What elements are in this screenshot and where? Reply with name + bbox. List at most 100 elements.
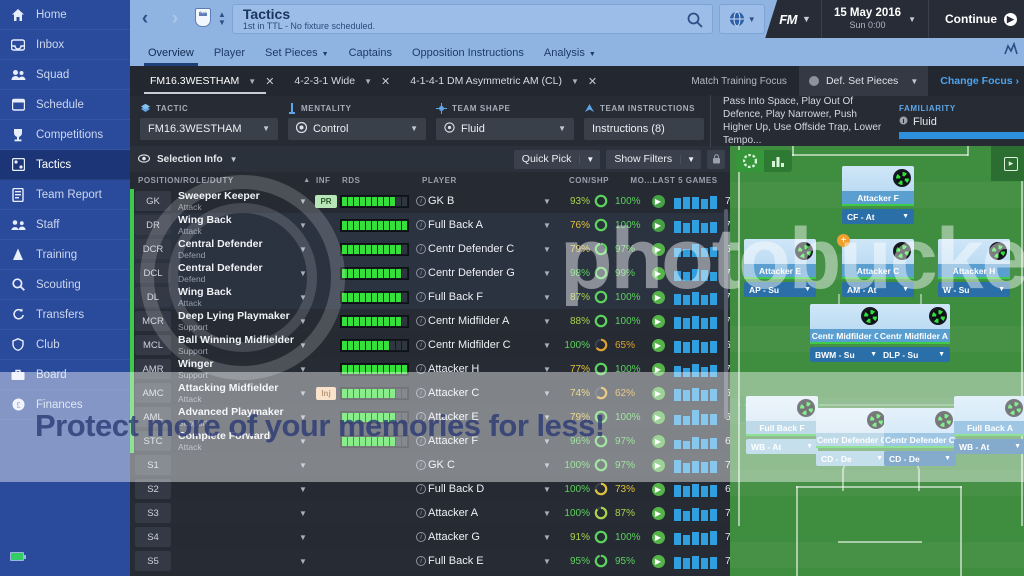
row-player-chevron-down-icon[interactable]: ▼ bbox=[538, 197, 556, 206]
row-player-chevron-down-icon[interactable]: ▼ bbox=[538, 365, 556, 374]
row-role-cell[interactable]: Deep Lying Playmaker Support bbox=[172, 310, 294, 332]
row-player-chevron-down-icon[interactable]: ▼ bbox=[538, 389, 556, 398]
row-player-name[interactable]: Centr Midfilder A bbox=[428, 315, 538, 327]
sidebar-item-board[interactable]: Board bbox=[0, 360, 130, 390]
sidebar-item-club[interactable]: Club bbox=[0, 330, 130, 360]
continue-button[interactable]: Continue ▶ bbox=[929, 0, 1024, 38]
row-player-name[interactable]: Full Back D bbox=[428, 483, 538, 495]
row-role-cell[interactable]: Winger Support bbox=[172, 358, 294, 380]
row-player-chevron-down-icon[interactable]: ▼ bbox=[538, 293, 556, 302]
table-row[interactable]: MCL Ball Winning Midfielder Support ▼ i Centr… bbox=[130, 333, 730, 357]
pitch-player-card[interactable]: Full Back F WB - At ▼ bbox=[746, 396, 818, 454]
row-role-chevron-down-icon[interactable]: ▼ bbox=[294, 221, 312, 230]
row-info-cell[interactable]: i bbox=[414, 388, 428, 398]
row-player-chevron-down-icon[interactable]: ▼ bbox=[538, 269, 556, 278]
chevron-down-icon[interactable]: ▼ bbox=[230, 155, 238, 164]
sidebar-item-inbox[interactable]: Inbox bbox=[0, 30, 130, 60]
game-date[interactable]: 15 May 2016 Sun 0:00 ▼ bbox=[820, 0, 929, 38]
tactic-tab-3[interactable]: 4-1-4-1 DM Asymmetric AM (CL) ▼ ✕ bbox=[400, 66, 607, 96]
row-info-cell[interactable]: i bbox=[414, 292, 428, 302]
table-row[interactable]: S4▼iAttacker G▼91%100%▶7.76147.46 bbox=[130, 525, 730, 549]
close-icon[interactable]: ✕ bbox=[588, 75, 597, 88]
row-role-chevron-down-icon[interactable]: ▼ bbox=[294, 557, 312, 566]
row-player-chevron-down-icon[interactable]: ▼ bbox=[538, 461, 556, 470]
row-role-cell[interactable]: Ball Winning Midfielder Support bbox=[172, 334, 294, 356]
team-shape-select[interactable]: Fluid ▼ bbox=[436, 117, 574, 140]
table-row[interactable]: S1▼iGK C▼100%97%▶7.9407.68 bbox=[130, 453, 730, 477]
sidebar-item-transfers[interactable]: Transfers bbox=[0, 300, 130, 330]
sidebar-item-tactics[interactable]: Tactics bbox=[0, 150, 130, 180]
row-role-cell[interactable]: Wing Back Attack bbox=[172, 214, 294, 236]
row-role-chevron-down-icon[interactable]: ▼ bbox=[294, 293, 312, 302]
chevron-down-icon[interactable]: ▼ bbox=[248, 77, 256, 86]
sidebar-item-home[interactable]: Home bbox=[0, 0, 130, 30]
tactic-select[interactable]: FM16.3WESTHAM ▼ bbox=[140, 117, 278, 140]
card-role-select[interactable]: WB - At ▼ bbox=[746, 439, 818, 454]
row-player-chevron-down-icon[interactable]: ▼ bbox=[538, 509, 556, 518]
row-player-name[interactable]: Full Back E bbox=[428, 555, 538, 567]
forward-button[interactable]: › bbox=[160, 8, 190, 30]
subnav-item-overview[interactable]: Overview bbox=[138, 47, 204, 66]
row-info-cell[interactable]: i bbox=[414, 220, 428, 230]
back-button[interactable]: ‹ bbox=[130, 8, 160, 30]
tactic-tab-2[interactable]: 4-2-3-1 Wide ▼ ✕ bbox=[284, 66, 400, 96]
subnav-item-analysis[interactable]: Analysis ▼ bbox=[534, 47, 606, 66]
row-role-chevron-down-icon[interactable]: ▼ bbox=[294, 485, 312, 494]
sidebar-item-staff[interactable]: Staff bbox=[0, 210, 130, 240]
chevron-down-icon[interactable]: ▼ bbox=[571, 77, 579, 86]
row-info-cell[interactable]: i bbox=[414, 532, 428, 542]
row-role-chevron-down-icon[interactable]: ▼ bbox=[294, 461, 312, 470]
pitch-player-card[interactable]: Centr Midfilder C BWM - Su ▼ bbox=[810, 304, 882, 362]
card-role-select[interactable]: CD - De ▼ bbox=[816, 451, 888, 466]
row-info-cell[interactable]: i bbox=[414, 508, 428, 518]
row-role-chevron-down-icon[interactable]: ▼ bbox=[294, 245, 312, 254]
row-info-cell[interactable]: i bbox=[414, 244, 428, 254]
row-player-name[interactable]: Full Back A bbox=[428, 219, 538, 231]
row-role-cell[interactable]: Central Defender Defend bbox=[172, 262, 294, 284]
row-player-name[interactable]: Attacker G bbox=[428, 531, 538, 543]
search-icon[interactable] bbox=[686, 11, 704, 29]
row-player-chevron-down-icon[interactable]: ▼ bbox=[538, 317, 556, 326]
row-player-name[interactable]: Centr Defender C bbox=[428, 243, 538, 255]
row-player-name[interactable]: Centr Midfilder C bbox=[428, 339, 538, 351]
row-info-cell[interactable]: i bbox=[414, 556, 428, 566]
row-role-chevron-down-icon[interactable]: ▼ bbox=[294, 317, 312, 326]
table-row[interactable]: AMC Attacking Midfielder Attack ▼ Inj i Attack… bbox=[130, 381, 730, 405]
row-player-name[interactable]: GK C bbox=[428, 459, 538, 471]
row-role-chevron-down-icon[interactable]: ▼ bbox=[294, 509, 312, 518]
row-role-chevron-down-icon[interactable]: ▼ bbox=[294, 389, 312, 398]
card-role-select[interactable]: BWM - Su ▼ bbox=[810, 347, 882, 362]
team-instructions-button[interactable]: Instructions (8) bbox=[584, 117, 704, 140]
row-player-chevron-down-icon[interactable]: ▼ bbox=[538, 341, 556, 350]
sidebar-item-training[interactable]: Training bbox=[0, 240, 130, 270]
close-icon[interactable]: ✕ bbox=[381, 75, 390, 88]
row-role-chevron-down-icon[interactable]: ▼ bbox=[294, 533, 312, 542]
row-player-chevron-down-icon[interactable]: ▼ bbox=[538, 485, 556, 494]
row-player-name[interactable]: Centr Defender G bbox=[428, 267, 538, 279]
card-role-select[interactable]: DLP - Su ▼ bbox=[878, 347, 950, 362]
card-role-select[interactable]: WB - At ▼ bbox=[954, 439, 1024, 454]
table-row[interactable]: MCR Deep Lying Playmaker Support ▼ i Centr Mi… bbox=[130, 309, 730, 333]
quick-pick-button[interactable]: Quick Pick ▼ bbox=[513, 149, 601, 169]
row-player-chevron-down-icon[interactable]: ▼ bbox=[538, 245, 556, 254]
subnav-item-captains[interactable]: Captains bbox=[339, 47, 402, 66]
row-info-cell[interactable]: i bbox=[414, 268, 428, 278]
expand-panel-button[interactable]: ▸ bbox=[991, 146, 1024, 181]
row-player-chevron-down-icon[interactable]: ▼ bbox=[538, 557, 556, 566]
subnav-item-set-pieces[interactable]: Set Pieces ▼ bbox=[255, 47, 339, 66]
tactic-tab-1[interactable]: FM16.3WESTHAM ▼ ✕ bbox=[140, 66, 284, 96]
subnav-item-opposition-instructions[interactable]: Opposition Instructions bbox=[402, 47, 534, 66]
table-row[interactable]: S3▼iAttacker A▼100%87%▶7.1236.97 bbox=[130, 501, 730, 525]
row-player-name[interactable]: Full Back F bbox=[428, 291, 538, 303]
sidebar-item-squad[interactable]: Squad bbox=[0, 60, 130, 90]
club-badge[interactable] bbox=[192, 8, 214, 30]
sidebar-item-team-report[interactable]: Team Report bbox=[0, 180, 130, 210]
show-filters-button[interactable]: Show Filters ▼ bbox=[606, 149, 701, 169]
pitch-player-card[interactable]: Full Back A WB - At ▼ bbox=[954, 396, 1024, 454]
row-role-cell[interactable]: Sweeper Keeper Attack bbox=[172, 190, 294, 212]
stats-view-icon[interactable] bbox=[764, 150, 792, 172]
pitch-player-card[interactable]: Centr Defender C CD - De ▼ bbox=[884, 408, 956, 466]
table-row[interactable]: AMRWingerSupport▼iAttacker H▼77%100%▶7.5… bbox=[130, 357, 730, 381]
sidebar-item-schedule[interactable]: Schedule bbox=[0, 90, 130, 120]
pitch-player-card[interactable]: Centr Defender G CD - De ▼ bbox=[816, 408, 888, 466]
